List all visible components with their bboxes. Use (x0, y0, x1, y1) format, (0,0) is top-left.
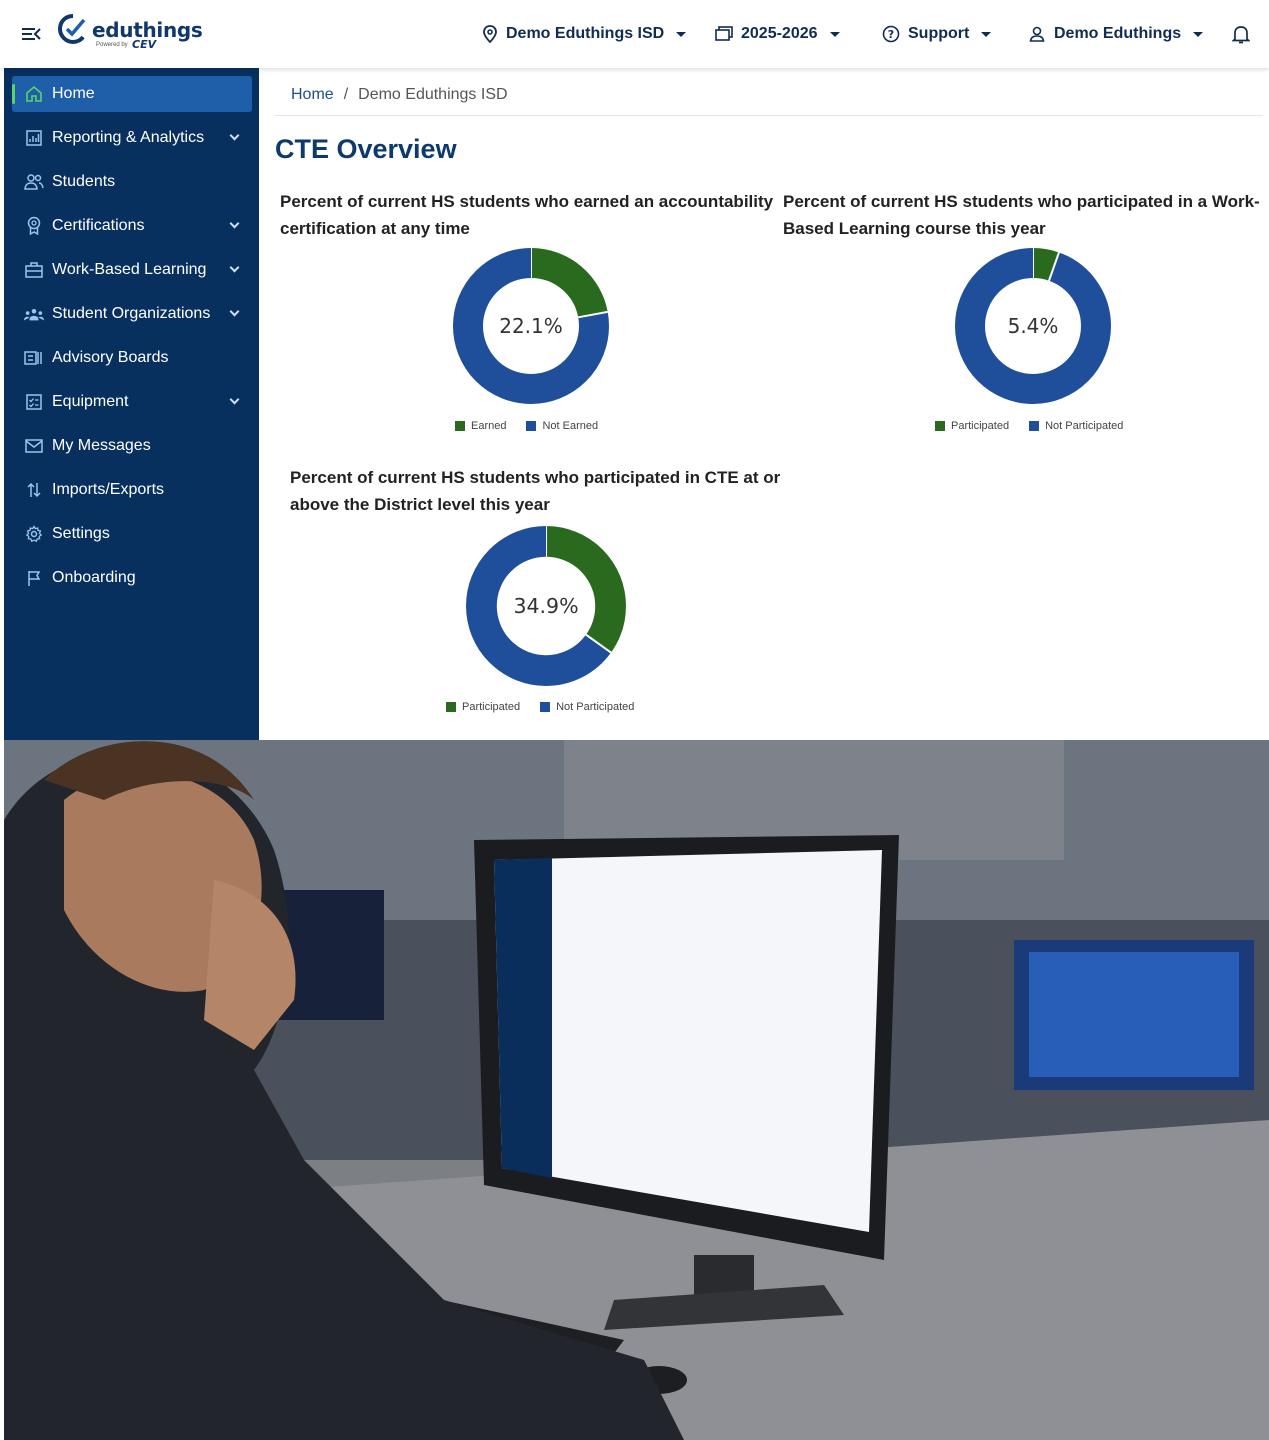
legend-swatch-not-earned (526, 421, 537, 431)
sidebar-item-imports-exports[interactable]: Imports/Exports (12, 472, 252, 508)
sidebar-item-label: Home (52, 85, 95, 102)
sidebar-item-certifications[interactable]: Certifications (12, 208, 252, 244)
breadcrumb-current: Demo Eduthings ISD (358, 86, 508, 103)
chevron-down-icon (1193, 31, 1204, 37)
sidebar-item-reporting-analytics[interactable]: Reporting & Analytics (12, 120, 252, 156)
legend-certification: Earned Not Earned (455, 420, 598, 432)
legend-label-earned: Earned (471, 420, 507, 432)
sidebar-item-label: My Messages (52, 437, 151, 454)
legend-swatch-participated (446, 702, 456, 712)
sidebar-item-label: Certifications (52, 217, 145, 234)
donut-chart-certification: 22.1% (453, 248, 609, 404)
classroom-photo (4, 740, 1269, 1440)
location-pin-icon (483, 25, 497, 43)
top-bar: eduthings Powered by CEV Demo Eduthings … (0, 0, 1269, 68)
sidebar-item-label: Reporting & Analytics (52, 129, 205, 146)
legend-cte-district: Participated Not Participated (446, 701, 634, 713)
user-label: Demo Eduthings (1054, 25, 1182, 42)
logo-powered-by: Powered by (96, 42, 128, 48)
mail-icon (24, 436, 44, 456)
sidebar-item-students[interactable]: Students (12, 164, 252, 200)
school-year-selector[interactable]: 2025-2026 (715, 22, 840, 46)
support-label: Support (908, 25, 970, 42)
donut-chart-work-based-learning: 5.4% (955, 248, 1111, 404)
legend-swatch-participated (935, 421, 945, 431)
district-label: Demo Eduthings ISD (506, 25, 665, 42)
legend-swatch-not-participated (1029, 421, 1040, 431)
chart-title-work-based-learning: Percent of current HS students who parti… (783, 192, 1260, 238)
school-year-label: 2025-2026 (741, 25, 818, 42)
chart-title-certification: Percent of current HS students who earne… (280, 192, 774, 238)
district-selector[interactable]: Demo Eduthings ISD (482, 22, 687, 46)
sidebar-item-settings[interactable]: Settings (12, 516, 252, 552)
group-icon (24, 304, 44, 324)
sidebar-item-label: Equipment (52, 393, 129, 410)
breadcrumb-separator: / (343, 86, 349, 103)
legend-label-participated: Participated (462, 701, 521, 713)
support-menu[interactable]: ? Support (882, 22, 992, 46)
sidebar: Home Reporting & Analytics Students Cert… (4, 68, 259, 740)
user-menu[interactable]: Demo Eduthings (1028, 22, 1204, 46)
sidebar-item-label: Imports/Exports (52, 481, 165, 498)
chevron-down-icon (829, 31, 840, 37)
flag-icon (24, 568, 44, 588)
logo-mark-icon (58, 14, 86, 45)
chevron-down-icon (981, 31, 992, 37)
menu-toggle-icon[interactable] (20, 24, 42, 44)
main-content: Home / Demo Eduthings ISD CTE Overview P… (259, 68, 1269, 740)
user-icon (1029, 26, 1045, 42)
home-icon (24, 84, 44, 104)
donut-center-label: 5.4% (1008, 314, 1059, 338)
help-circle-icon: ? (882, 25, 900, 43)
sidebar-item-label: Advisory Boards (52, 349, 169, 366)
sidebar-item-label: Students (52, 173, 116, 190)
chevron-down-icon (229, 394, 240, 405)
folder-icon (715, 26, 733, 41)
breadcrumb: Home / Demo Eduthings ISD (291, 86, 508, 104)
import-export-icon (24, 480, 44, 500)
legend-swatch-earned (455, 421, 465, 431)
eduthings-logo[interactable]: eduthings Powered by CEV (58, 12, 203, 56)
legend-label-not-earned: Not Earned (542, 420, 599, 432)
logo-cev: CEV (132, 38, 157, 51)
sidebar-item-onboarding[interactable]: Onboarding (12, 560, 252, 596)
sidebar-item-label: Onboarding (52, 569, 136, 586)
sidebar-item-work-based-learning[interactable]: Work-Based Learning (12, 252, 252, 288)
chevron-down-icon (676, 31, 687, 37)
sidebar-item-label: Student Organizations (52, 305, 211, 322)
sidebar-item-my-messages[interactable]: My Messages (12, 428, 252, 464)
gear-icon (24, 524, 44, 544)
donut-center-label: 22.1% (499, 314, 563, 338)
breadcrumb-home-link[interactable]: Home (291, 86, 334, 104)
legend-label-not-participated: Not Participated (1045, 420, 1124, 432)
photo-illustration (4, 740, 1269, 1440)
page-title: CTE Overview (275, 134, 457, 164)
chart-icon (24, 128, 44, 148)
donut-chart-cte-district: 34.9% (466, 526, 626, 686)
chevron-down-icon (229, 218, 240, 229)
sidebar-item-label: Work-Based Learning (52, 261, 207, 278)
sidebar-item-label: Settings (52, 525, 110, 542)
notifications-bell-icon[interactable] (1232, 24, 1250, 44)
chevron-down-icon (229, 130, 240, 141)
chevron-down-icon (229, 306, 240, 317)
sidebar-item-advisory-boards[interactable]: Advisory Boards (12, 340, 252, 376)
badge-icon (24, 216, 44, 236)
legend-label-participated: Participated (951, 420, 1010, 432)
checklist-icon (24, 392, 44, 412)
board-icon (24, 348, 44, 368)
briefcase-icon (24, 260, 44, 280)
legend-work-based-learning: Participated Not Participated (935, 420, 1123, 432)
legend-label-not-participated: Not Participated (556, 701, 635, 713)
donut-center-label: 34.9% (513, 594, 578, 618)
breadcrumb-divider (275, 115, 1263, 116)
chart-title-cte-district: Percent of current HS students who parti… (290, 468, 781, 514)
legend-swatch-not-participated (540, 702, 551, 712)
svg-text:?: ? (888, 28, 894, 41)
sidebar-item-home[interactable]: Home (12, 76, 252, 112)
chevron-down-icon (229, 262, 240, 273)
users-icon (24, 172, 44, 192)
sidebar-item-student-organizations[interactable]: Student Organizations (12, 296, 252, 332)
sidebar-item-equipment[interactable]: Equipment (12, 384, 252, 420)
